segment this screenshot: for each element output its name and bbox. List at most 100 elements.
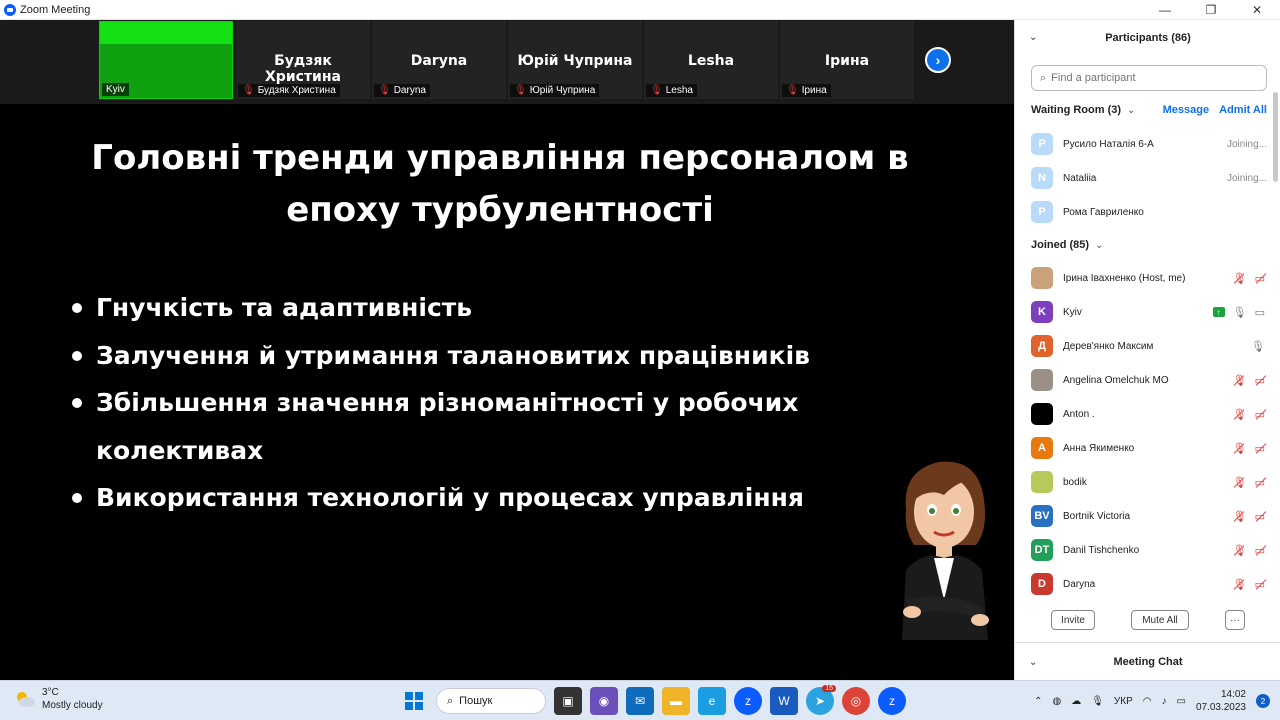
notification-badge[interactable]: 2 <box>1256 694 1270 708</box>
tile-name-tag: 🎙 Lesha <box>646 84 697 97</box>
chevron-down-icon[interactable]: ⌄ <box>1127 105 1135 116</box>
video-tile[interactable]: Daryna 🎙 Daryna <box>372 21 506 99</box>
avatar: Р <box>1031 133 1053 155</box>
zoom-tray-icon[interactable]: ◍ <box>1052 696 1061 707</box>
mute-all-button[interactable]: Mute All <box>1131 610 1189 630</box>
video-off-icon[interactable]: ▭ <box>1255 578 1265 591</box>
chevron-right-icon[interactable]: › <box>925 47 951 73</box>
search-icon: ⌕ <box>1040 71 1047 84</box>
taskbar-search[interactable]: ⌕ Пошук <box>436 688 546 714</box>
chrome-icon[interactable]: ◎ <box>842 687 870 715</box>
message-link[interactable]: Message <box>1163 104 1209 116</box>
participant-row[interactable]: Ірина Івахненко (Host, me) 🎙 ▭ <box>1031 264 1267 292</box>
video-tile[interactable]: Юрій Чуприна 🎙 Юрій Чуприна <box>508 21 642 99</box>
participant-search[interactable]: ⌕ <box>1031 65 1267 91</box>
slide-bullets: Гнучкість та адаптивність Залучення й ут… <box>72 284 892 522</box>
mic-muted-icon: 🎙 <box>378 85 391 96</box>
more-button[interactable]: ··· <box>1225 610 1245 630</box>
language-indicator[interactable]: УКР <box>1114 696 1133 707</box>
video-off-icon[interactable]: ▭ <box>1255 272 1265 285</box>
tile-name: Юрій Чуприна <box>517 53 633 69</box>
participant-row[interactable]: BV Bortnik Victoria 🎙 ▭ <box>1031 502 1267 530</box>
participant-row[interactable]: D Daryna 🎙 ▭ <box>1031 570 1267 598</box>
video-off-icon[interactable]: ▭ <box>1255 510 1265 523</box>
chevron-down-icon[interactable]: ⌄ <box>1029 32 1037 43</box>
video-off-icon[interactable]: ▭ <box>1255 442 1265 455</box>
cloudy-weather-icon <box>17 692 35 707</box>
telegram-icon[interactable]: ➤ 15 <box>806 685 836 715</box>
participant-row[interactable]: DT Danil Tishchenko 🎙 ▭ <box>1031 536 1267 564</box>
mail-icon[interactable]: ✉ <box>626 687 654 715</box>
zoom-meeting-icon[interactable]: z <box>878 687 906 715</box>
chevron-down-icon[interactable]: ⌄ <box>1095 240 1103 251</box>
slide-bullet: Використання технологій у процесах управ… <box>72 474 892 522</box>
waiting-participant-row[interactable]: N Nataliia Joining... <box>1031 164 1267 192</box>
mic-muted-icon[interactable]: 🎙 <box>1233 272 1247 285</box>
participant-row[interactable]: А Анна Якименко 🎙 ▭ <box>1031 434 1267 462</box>
close-button[interactable]: ✕ <box>1234 0 1280 20</box>
mic-muted-icon[interactable]: 🎙 <box>1233 408 1247 421</box>
waiting-participant-row[interactable]: Р Рома Гавриленко <box>1031 198 1267 226</box>
avatar <box>1031 369 1053 391</box>
video-off-icon[interactable]: ▭ <box>1255 544 1265 557</box>
meeting-stage: Kyiv Будзяк Христина 🎙 Будзяк Христина Da… <box>0 20 1014 680</box>
tile-name-tag: 🎙 Юрій Чуприна <box>510 84 600 97</box>
mic-muted-icon[interactable]: 🎙 <box>1233 374 1247 387</box>
video-tile[interactable]: Будзяк Христина 🎙 Будзяк Христина <box>236 21 370 99</box>
video-tile[interactable]: Ірина 🎙 Ірина <box>780 21 914 99</box>
mic-icon[interactable]: 🎙 <box>1233 306 1247 319</box>
tile-name-tag: Kyiv <box>102 83 129 96</box>
wifi-icon[interactable]: ◠ <box>1143 696 1152 707</box>
video-off-icon[interactable]: ▭ <box>1255 476 1265 489</box>
invite-button[interactable]: Invite <box>1051 610 1095 630</box>
avatar: А <box>1031 437 1053 459</box>
joined-header[interactable]: Joined (85) ⌄ <box>1031 235 1267 255</box>
word-icon[interactable]: W <box>770 687 798 715</box>
waiting-room-header[interactable]: Waiting Room (3) ⌄ Message Admit All <box>1031 100 1267 120</box>
panel-scrollbar[interactable] <box>1273 92 1278 182</box>
admit-all-link[interactable]: Admit All <box>1219 104 1267 116</box>
chevron-down-icon[interactable]: ⌄ <box>1029 657 1037 668</box>
video-off-icon[interactable]: ▭ <box>1255 408 1265 421</box>
avatar: BV <box>1031 505 1053 527</box>
participant-search-input[interactable] <box>1051 72 1252 84</box>
tile-name: Lesha <box>687 53 735 69</box>
edge-browser-icon[interactable]: e <box>698 687 726 715</box>
mic-muted-icon[interactable]: 🎙 <box>1233 578 1247 591</box>
minimize-button[interactable]: — <box>1142 0 1188 20</box>
video-tile[interactable]: Kyiv <box>99 21 233 99</box>
maximize-button[interactable]: ❐ <box>1188 0 1234 20</box>
file-explorer-icon[interactable]: ▬ <box>662 687 690 715</box>
participant-row[interactable]: K Kyiv ↑ 🎙 ▭ <box>1031 298 1267 326</box>
participant-row[interactable]: Д Дерев'янко Максим 🎙 <box>1031 332 1267 360</box>
cloud-icon[interactable]: ☁ <box>1071 696 1081 707</box>
avatar <box>1031 403 1053 425</box>
battery-icon[interactable]: ▭ <box>1176 696 1185 707</box>
chevron-up-icon[interactable]: ⌃ <box>1034 696 1042 707</box>
mic-muted-icon[interactable]: 🎙 <box>1233 476 1247 489</box>
participants-panel: ⌄ Participants (86) ⌕ Waiting Room (3) ⌄… <box>1014 20 1280 680</box>
mic-muted-icon[interactable]: 🎙 <box>1233 510 1247 523</box>
participant-row[interactable]: Anton . 🎙 ▭ <box>1031 400 1267 428</box>
participant-row[interactable]: bodik 🎙 ▭ <box>1031 468 1267 496</box>
clock[interactable]: 14:02 07.03.2023 <box>1196 688 1246 714</box>
task-view-icon[interactable]: ▣ <box>554 687 582 715</box>
mic-muted-icon[interactable]: 🎙 <box>1233 544 1247 557</box>
slide-bullet: Залучення й утримання талановитих праців… <box>72 332 892 380</box>
participant-row[interactable]: Angelina Omelchuk МО 🎙 ▭ <box>1031 366 1267 394</box>
zoom-icon[interactable]: z <box>734 687 762 715</box>
video-icon[interactable]: ▭ <box>1255 306 1265 319</box>
weather-widget[interactable]: 3°C Mostly cloudy <box>14 686 103 712</box>
video-off-icon[interactable]: ▭ <box>1255 374 1265 387</box>
microphone-icon[interactable]: 🎙 <box>1091 696 1104 707</box>
video-tile[interactable]: Lesha 🎙 Lesha <box>644 21 778 99</box>
slide-bullet: Збільшення значення різноманітності у ро… <box>72 379 892 474</box>
mic-icon[interactable]: 🎙 <box>1251 340 1265 353</box>
windows-start-icon[interactable] <box>400 687 428 715</box>
waiting-participant-row[interactable]: Р Русило Наталія 6-А Joining... <box>1031 130 1267 158</box>
teams-chat-icon[interactable]: ◉ <box>590 687 618 715</box>
participants-header: ⌄ Participants (86) <box>1015 20 1280 56</box>
mic-muted-icon[interactable]: 🎙 <box>1233 442 1247 455</box>
meeting-chat-header[interactable]: ⌄ Meeting Chat <box>1015 642 1280 680</box>
volume-icon[interactable]: ♪ <box>1161 696 1166 707</box>
